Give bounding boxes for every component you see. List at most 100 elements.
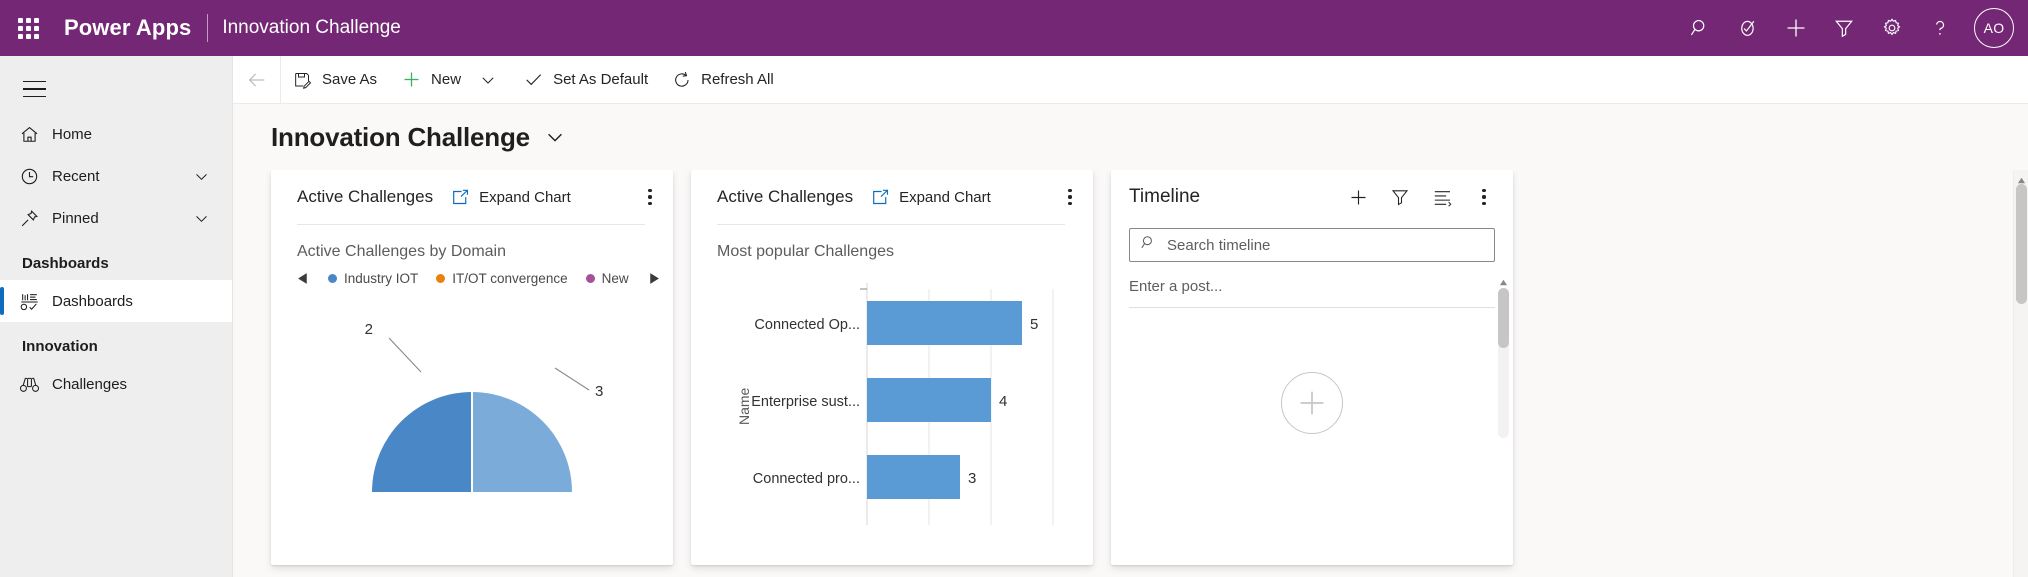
- bar-chart-ylabel: Name: [736, 387, 752, 425]
- bar-segment[interactable]: [867, 378, 991, 422]
- chart-card-more-button[interactable]: [1055, 180, 1085, 214]
- back-arrow-icon: [246, 69, 268, 91]
- chart-subtitle: Most popular Challenges: [691, 225, 1093, 261]
- brand-divider: [207, 14, 208, 42]
- sidebar-item-pinned[interactable]: Pinned: [0, 197, 232, 239]
- pie-leader-line: [555, 368, 589, 390]
- new-label: New: [431, 71, 461, 88]
- more-vertical-icon: [1068, 189, 1071, 205]
- save-as-button[interactable]: Save As: [281, 56, 389, 103]
- chevron-down-icon[interactable]: [193, 210, 210, 227]
- expand-chart-label: Expand Chart: [479, 189, 571, 206]
- timeline-more-button[interactable]: [1463, 177, 1505, 217]
- page-title-chevron-down-icon[interactable]: [544, 126, 566, 148]
- timeline-post-input[interactable]: Enter a post...: [1129, 278, 1495, 308]
- legend-item-new[interactable]: New: [586, 271, 629, 286]
- timeline-scrollbar[interactable]: [1498, 288, 1509, 438]
- sidebar-item-label: Recent: [52, 168, 100, 185]
- bar-segment[interactable]: [867, 301, 1022, 345]
- top-brand-bar: Power Apps Innovation Challenge: [0, 0, 2028, 56]
- timeline-add-button[interactable]: [1337, 177, 1379, 217]
- dashboard-cards: Active Challenges Expand Chart: [233, 170, 2028, 577]
- brand-title[interactable]: Power Apps: [56, 15, 201, 41]
- more-vertical-icon: [1482, 189, 1485, 205]
- sidebar-item-label: Home: [52, 126, 92, 143]
- command-bar: Save As New Set As Default: [233, 56, 2028, 104]
- sidebar-item-dashboards[interactable]: Dashboards: [0, 280, 232, 322]
- sidebar-group-innovation: Innovation: [0, 322, 232, 363]
- app-launcher-button[interactable]: [0, 0, 56, 56]
- expand-chart-button[interactable]: Expand Chart: [871, 188, 991, 207]
- filter-button[interactable]: [1820, 0, 1868, 56]
- pie-slice-2[interactable]: [472, 392, 572, 492]
- search-button[interactable]: [1676, 0, 1724, 56]
- pie-leader-line: [389, 338, 421, 372]
- plus-green-icon: [401, 69, 422, 90]
- new-record-button[interactable]: [1772, 0, 1820, 56]
- more-vertical-icon: [648, 189, 651, 205]
- sidebar-item-home[interactable]: Home: [0, 113, 232, 155]
- timeline-actions: [1337, 177, 1505, 217]
- diagnostics-icon: [1737, 17, 1759, 39]
- timeline-sort-button[interactable]: [1421, 177, 1463, 217]
- set-as-default-button[interactable]: Set As Default: [511, 56, 660, 103]
- expand-chart-button[interactable]: Expand Chart: [451, 188, 571, 207]
- pie-slice-1[interactable]: [372, 392, 472, 492]
- refresh-icon: [672, 70, 692, 90]
- chart-card-domain: Active Challenges Expand Chart: [271, 170, 673, 565]
- legend-swatch: [328, 274, 337, 283]
- add-circle-icon[interactable]: [1281, 372, 1343, 434]
- nav-toggle-button[interactable]: [10, 65, 58, 113]
- filter-icon: [1833, 17, 1855, 39]
- legend-item-it-ot-convergence[interactable]: IT/OT convergence: [436, 271, 567, 286]
- save-as-icon: [293, 70, 313, 90]
- bar-value-label: 3: [968, 470, 976, 487]
- chart-card-header: Active Challenges Expand Chart: [271, 170, 673, 224]
- timeline-scroll-thumb[interactable]: [1498, 288, 1509, 348]
- chart-card-more-button[interactable]: [635, 180, 665, 214]
- new-button[interactable]: New: [389, 56, 473, 103]
- search-icon: [1689, 17, 1711, 39]
- refresh-all-button[interactable]: Refresh All: [660, 56, 786, 103]
- sidebar-group-dashboards: Dashboards: [0, 239, 232, 280]
- timeline-empty-state: [1111, 308, 1513, 468]
- legend-swatch: [586, 274, 595, 283]
- legend-prev-arrow[interactable]: [297, 272, 310, 285]
- bar-value-label: 4: [999, 393, 1007, 410]
- sidebar-item-challenges[interactable]: Challenges: [0, 363, 232, 405]
- sidebar-item-label: Challenges: [52, 376, 127, 393]
- hamburger-icon: [23, 81, 46, 98]
- page-scrollbar[interactable]: [2013, 170, 2028, 577]
- timeline-title: Timeline: [1129, 186, 1200, 208]
- avatar[interactable]: AO: [1974, 8, 2014, 48]
- bar-chart-svg[interactable]: Name Connected Op... 5 Enterprise sust..…: [705, 275, 1093, 525]
- legend-label: IT/OT convergence: [452, 271, 567, 286]
- expand-chart-label: Expand Chart: [899, 189, 991, 206]
- legend-label: New: [602, 271, 629, 286]
- bar-segment[interactable]: [867, 455, 960, 499]
- back-button[interactable]: [233, 56, 281, 103]
- help-button[interactable]: [1916, 0, 1964, 56]
- bar-chart: Name Connected Op... 5 Enterprise sust..…: [691, 275, 1093, 525]
- timeline-header: Timeline: [1111, 170, 1513, 224]
- app-name[interactable]: Innovation Challenge: [222, 17, 401, 39]
- checkmark-icon: [523, 69, 544, 90]
- pie-chart-svg[interactable]: 2 3: [271, 312, 673, 492]
- chart-card-title: Active Challenges: [297, 187, 433, 207]
- legend-next-arrow[interactable]: [647, 272, 660, 285]
- search-timeline-input[interactable]: [1167, 237, 1457, 254]
- timeline-filter-button[interactable]: [1379, 177, 1421, 217]
- timeline-card: Timeline: [1111, 170, 1513, 565]
- sidebar-item-recent[interactable]: Recent: [0, 155, 232, 197]
- diagnostics-button[interactable]: [1724, 0, 1772, 56]
- new-dropdown-caret[interactable]: [473, 56, 503, 103]
- help-icon: [1929, 17, 1951, 39]
- sort-icon: [1432, 187, 1453, 208]
- timeline-search[interactable]: [1129, 228, 1495, 262]
- expand-chart-icon: [451, 188, 470, 207]
- sidebar-item-label: Pinned: [52, 210, 99, 227]
- chevron-down-icon[interactable]: [193, 168, 210, 185]
- legend-item-industry-iot[interactable]: Industry IOT: [328, 271, 418, 286]
- page-scroll-thumb[interactable]: [2016, 184, 2027, 304]
- settings-button[interactable]: [1868, 0, 1916, 56]
